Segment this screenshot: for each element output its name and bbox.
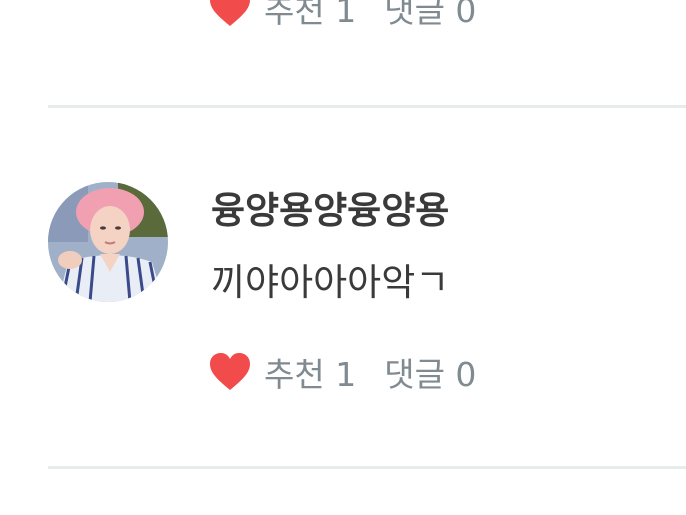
recommend-count[interactable]: 추천 1 <box>264 0 356 32</box>
comment-item: 융양용양융양용 끼야아아아악ㄱ 추천 1 댓글 0 <box>0 108 686 466</box>
recommend-count[interactable]: 추천 1 <box>264 348 356 396</box>
comment-actions: 추천 1 댓글 0 <box>208 350 476 394</box>
heart-icon[interactable] <box>208 352 252 392</box>
heart-icon[interactable] <box>208 0 252 28</box>
comment-text: 끼야아아아악ㄱ <box>211 261 450 304</box>
user-avatar[interactable] <box>48 182 168 302</box>
reply-count[interactable]: 댓글 0 <box>384 0 476 32</box>
previous-comment-actions: 추천 1 댓글 0 <box>208 0 476 30</box>
divider <box>48 466 686 469</box>
comment-author[interactable]: 융양용양융양용 <box>211 188 449 234</box>
comment-list: 추천 1 댓글 0 융양용양융양용 끼야아아아악ㄱ 추천 1 댓글 0 <box>0 0 686 515</box>
reply-count[interactable]: 댓글 0 <box>384 348 476 396</box>
